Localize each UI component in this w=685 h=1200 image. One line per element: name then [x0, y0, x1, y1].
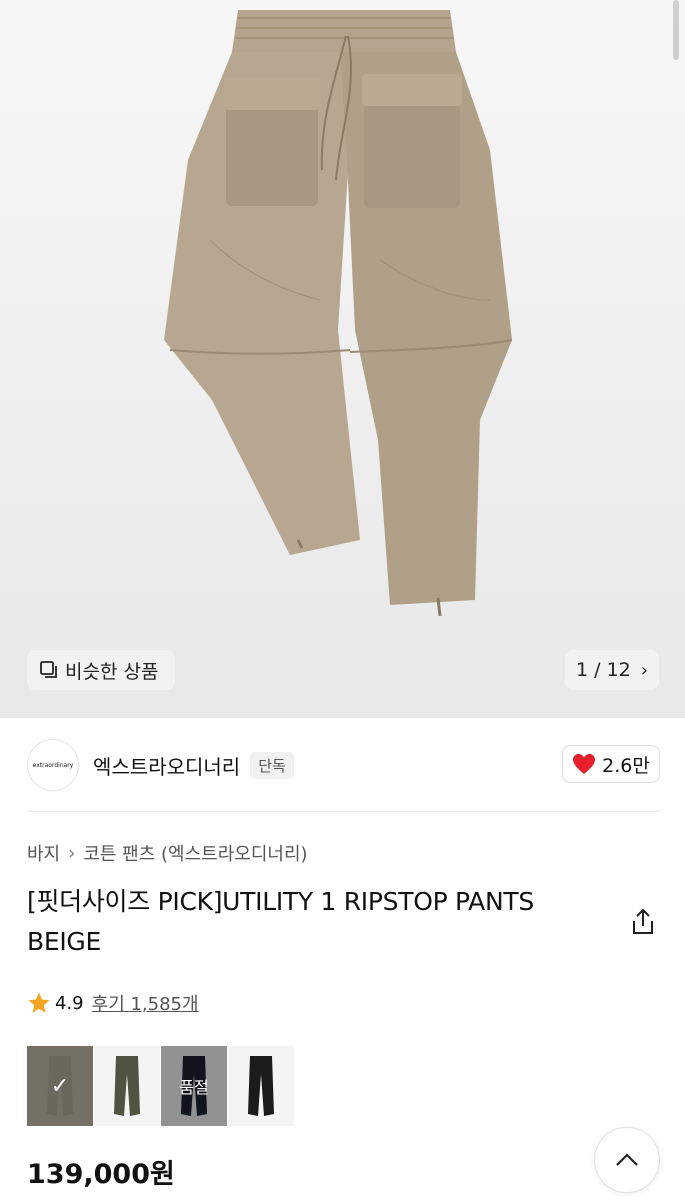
chevron-right-icon: › [640, 659, 648, 681]
brand-logo-text: extraordinary [32, 761, 74, 769]
product-image [164, 10, 513, 617]
color-swatches: ✓ 품절 [27, 1046, 294, 1126]
similar-icon [40, 661, 57, 678]
product-price: 139,000원 [27, 1159, 175, 1190]
brand-name[interactable]: 엑스트라오디너리 [93, 751, 240, 780]
similar-products-button[interactable]: 비슷한 상품 [27, 650, 175, 690]
pager-text: 1 / 12 [576, 659, 631, 681]
breadcrumb-subcategory[interactable]: 코튼 팬츠 (엑스트라오디너리) [83, 840, 307, 866]
share-icon [633, 908, 653, 934]
reviews-link[interactable]: 후기 1,585개 [92, 990, 199, 1016]
heart-icon [573, 754, 596, 774]
share-button[interactable] [630, 908, 656, 940]
soldout-label: 품절 [161, 1046, 227, 1126]
selected-check-icon: ✓ [27, 1046, 93, 1126]
scroll-to-top-button[interactable] [594, 1127, 660, 1193]
swatch-black[interactable] [228, 1046, 294, 1126]
brand-row[interactable]: extraordinary 엑스트라오디너리 단독 2.6만 [27, 738, 660, 792]
star-icon [28, 992, 50, 1013]
swatch-navy[interactable]: 품절 [161, 1046, 227, 1126]
pants-thumbnail [114, 1056, 140, 1116]
pants-thumbnail [248, 1056, 274, 1116]
exclusive-badge: 단독 [250, 751, 294, 779]
brand-logo[interactable]: extraordinary [27, 739, 79, 791]
rating-score: 4.9 [55, 992, 84, 1014]
swatch-khaki[interactable] [94, 1046, 160, 1126]
product-title: [핏더사이즈 PICK]UTILITY 1 RIPSTOP PANTS BEIG… [27, 887, 534, 956]
swatch-beige[interactable]: ✓ [27, 1046, 93, 1126]
similar-label: 비슷한 상품 [65, 660, 159, 683]
gallery-scrollbar[interactable] [673, 0, 679, 60]
breadcrumb-category[interactable]: 바지 [27, 840, 60, 866]
chevron-up-icon [616, 1153, 638, 1166]
like-count: 2.6만 [602, 754, 650, 777]
divider [27, 811, 660, 812]
product-gallery[interactable]: 비슷한 상품 1 / 12 › [0, 0, 685, 718]
chevron-right-icon: › [68, 842, 76, 864]
like-button[interactable]: 2.6만 [562, 745, 660, 783]
breadcrumb: 바지 › 코튼 팬츠 (엑스트라오디너리) [27, 840, 308, 866]
rating-row: 4.9 후기 1,585개 [27, 990, 199, 1016]
image-pager[interactable]: 1 / 12 › [565, 650, 659, 690]
